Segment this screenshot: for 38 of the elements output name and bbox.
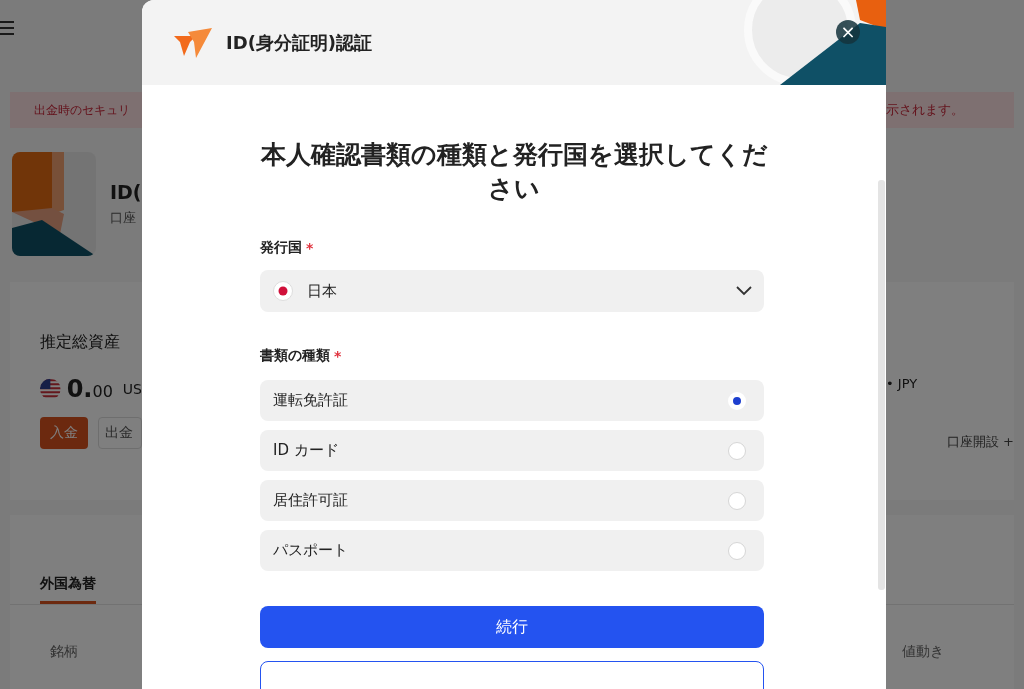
scrollbar[interactable] (878, 180, 885, 590)
modal-title: ID(身分証明)認証 (226, 30, 373, 55)
required-mark: * (306, 240, 314, 256)
japan-flag-icon (273, 281, 293, 301)
column-header: 値動き (902, 643, 944, 661)
country-select[interactable]: 日本 (260, 270, 764, 312)
market-tab[interactable]: 外国為替 (40, 575, 96, 604)
option-label: 居住許可証 (273, 491, 348, 510)
document-option[interactable]: 運転免許証 (260, 380, 764, 421)
logo-icon[interactable] (174, 27, 214, 58)
document-option[interactable]: ID カード (260, 430, 764, 471)
required-mark: * (334, 348, 342, 364)
profile-subtitle: 口座 (110, 209, 137, 227)
withdraw-button[interactable]: 出金 (98, 417, 142, 449)
alert-text: 出金時のセキュリ (33, 101, 131, 119)
option-label: パスポート (273, 541, 348, 560)
radio-button[interactable] (728, 491, 746, 510)
document-option[interactable]: 居住許可証 (260, 480, 764, 521)
amount-value: 0.00 (66, 375, 113, 403)
option-label: 運転免許証 (273, 391, 348, 410)
alert-text: 示されます。 (886, 101, 965, 119)
dialog-heading: 本人確認書類の種類と発行国を選択してください (259, 139, 769, 205)
column-header: 銘柄 (50, 643, 78, 661)
chevron-down-icon (736, 286, 752, 296)
currency-label: • JPY (886, 376, 919, 391)
field-label: 書類の種類 (260, 347, 330, 365)
field-label: 発行国 (260, 239, 302, 257)
option-label: ID カード (273, 441, 339, 460)
currency-label: US (122, 381, 142, 397)
open-account-link[interactable]: 口座開設 + (946, 433, 1014, 451)
radio-button[interactable] (728, 441, 746, 460)
profile-title: ID( (110, 181, 142, 203)
country-value: 日本 (307, 281, 338, 301)
assets-label: 推定総資産 (40, 332, 121, 353)
continue-button[interactable]: 続行 (260, 606, 764, 648)
document-option[interactable]: パスポート (260, 530, 764, 571)
menu-icon[interactable] (0, 20, 14, 36)
radio-button[interactable] (728, 541, 746, 560)
